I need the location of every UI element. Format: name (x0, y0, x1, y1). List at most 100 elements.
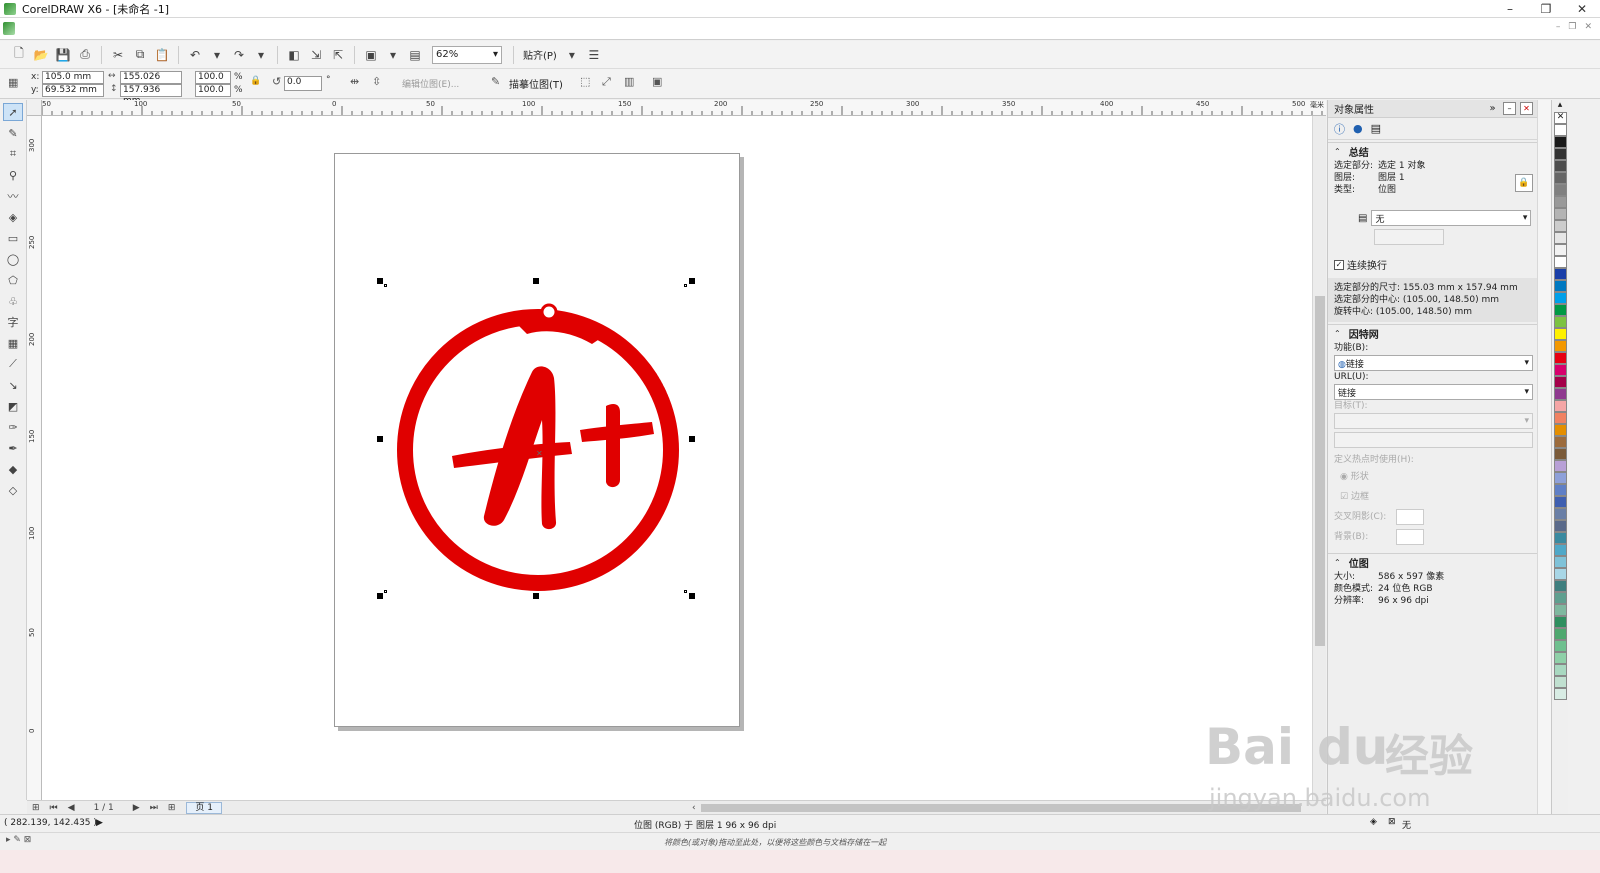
resample-icon[interactable]: ⤢ (602, 75, 611, 89)
last-page-icon[interactable]: ⏭ (150, 803, 158, 813)
trace-bitmap-button[interactable]: 描摹位图(T) (509, 76, 563, 91)
eyedropper-tool-icon[interactable]: ✑ (3, 418, 23, 436)
color-swatch[interactable] (1554, 652, 1567, 664)
scale-width-field[interactable]: 100.0 (195, 71, 231, 84)
handle-middle-right[interactable] (689, 436, 695, 442)
handle-top-left[interactable] (377, 278, 383, 284)
doc-close-icon[interactable]: ✕ (1584, 22, 1592, 32)
outline-pen-icon[interactable]: ✒ (3, 439, 23, 457)
ruler-origin[interactable] (27, 100, 42, 116)
handle-bottom-middle[interactable] (533, 593, 539, 599)
doc-palette-controls-icon[interactable]: ▸ ✎ ⊠ (6, 835, 31, 845)
handle-middle-left[interactable] (377, 436, 383, 442)
color-swatch[interactable] (1554, 340, 1567, 352)
wrap-offset-field[interactable] (1374, 229, 1444, 245)
add-page-end-icon[interactable]: ⊞ (168, 803, 176, 813)
bitmap-tab-icon[interactable]: ▤ (1371, 122, 1381, 135)
new-document-icon[interactable]: 🗋 (11, 46, 27, 63)
x-position-field[interactable]: 105.0 mm (42, 71, 104, 84)
color-swatch[interactable] (1554, 544, 1567, 556)
handle-top-right[interactable] (689, 278, 695, 284)
continuous-wrap-checkbox[interactable]: ✓ (1334, 259, 1344, 270)
drawing-canvas[interactable]: ✕ (42, 116, 1312, 800)
docker-close-icon[interactable]: ✕ (1520, 102, 1533, 115)
color-swatch[interactable] (1554, 448, 1567, 460)
vertical-scrollbar[interactable] (1312, 116, 1326, 800)
color-swatch[interactable] (1554, 400, 1567, 412)
ellipse-tool-icon[interactable]: ◯ (3, 250, 23, 268)
doc-minimize-icon[interactable]: – (1556, 22, 1561, 32)
connector-tool-icon[interactable]: ↘ (3, 376, 23, 394)
summary-tab-icon[interactable]: ⓘ (1334, 121, 1345, 137)
color-swatch[interactable] (1554, 208, 1567, 220)
color-swatch[interactable] (1554, 352, 1567, 364)
a-plus-bitmap[interactable]: ✕ (392, 294, 682, 594)
color-swatch[interactable] (1554, 328, 1567, 340)
handle-top-middle[interactable] (533, 278, 539, 284)
color-swatch[interactable] (1554, 184, 1567, 196)
rectangle-tool-icon[interactable]: ▭ (3, 229, 23, 247)
scroll-left-icon[interactable]: ‹ (692, 803, 696, 813)
color-swatch[interactable] (1554, 412, 1567, 424)
lock-icon[interactable]: 🔒 (1515, 174, 1533, 192)
color-swatch[interactable] (1554, 268, 1567, 280)
target-text-field[interactable] (1334, 432, 1533, 448)
paste-icon[interactable]: 📋 (154, 47, 170, 63)
object-origin-icon[interactable]: ▦ (8, 76, 18, 89)
color-swatch[interactable] (1554, 136, 1567, 148)
color-swatch[interactable] (1554, 436, 1567, 448)
color-swatch[interactable] (1554, 664, 1567, 676)
summary-section-header[interactable]: ⌃ 总结 (1328, 142, 1537, 160)
color-swatch[interactable] (1554, 292, 1567, 304)
color-swatch[interactable] (1554, 508, 1567, 520)
vertical-ruler[interactable]: 300 250 200 150 100 50 0 (27, 116, 42, 800)
page-tab-1[interactable]: 页 1 (186, 801, 222, 814)
color-swatch[interactable] (1554, 628, 1567, 640)
interactive-fill-icon[interactable]: ◇ (3, 481, 23, 499)
color-swatch[interactable] (1554, 688, 1567, 700)
color-swatch[interactable] (1554, 172, 1567, 184)
color-swatch[interactable] (1554, 280, 1567, 292)
basic-shapes-icon[interactable]: ♧ (3, 292, 23, 310)
color-swatch[interactable] (1554, 556, 1567, 568)
welcome-screen-icon[interactable]: ▤ (407, 47, 423, 63)
open-icon[interactable]: 📂 (33, 47, 49, 63)
redo-icon[interactable]: ↷ (231, 47, 247, 63)
shape-radio-icon[interactable]: ◉ (1340, 472, 1348, 482)
scale-height-field[interactable]: 100.0 (195, 84, 231, 97)
polygon-tool-icon[interactable]: ⬠ (3, 271, 23, 289)
url-input[interactable]: 链接 ▾ (1334, 384, 1533, 400)
color-swatch[interactable] (1554, 640, 1567, 652)
prev-page-icon[interactable]: ◀ (68, 803, 75, 813)
color-swatch[interactable] (1554, 220, 1567, 232)
shape-tool-icon[interactable]: ✎ (3, 124, 23, 142)
first-page-icon[interactable]: ⏮ (50, 803, 58, 813)
lock-ratio-icon[interactable]: 🔒 (250, 76, 261, 86)
export-icon[interactable]: ⇱ (330, 47, 346, 63)
color-swatch[interactable] (1554, 124, 1567, 136)
minimize-button[interactable]: – (1492, 0, 1528, 18)
color-swatch[interactable] (1554, 148, 1567, 160)
node-bottom-right[interactable] (684, 590, 687, 593)
crop-tool-icon[interactable]: ⌗ (3, 145, 23, 163)
zoom-tool-icon[interactable]: ⚲ (3, 166, 23, 184)
launcher-dropdown-icon[interactable]: ▾ (385, 47, 401, 63)
target-select[interactable]: ▾ (1334, 413, 1533, 429)
color-swatch[interactable] (1554, 376, 1567, 388)
node-bottom-left[interactable] (384, 590, 387, 593)
search-content-icon[interactable]: ◧ (286, 47, 302, 63)
height-field[interactable]: 157.936 mm (120, 84, 182, 106)
next-page-icon[interactable]: ▶ (133, 803, 140, 813)
color-swatch[interactable] (1554, 196, 1567, 208)
wrap-text-select[interactable]: 无 ▾ (1371, 210, 1532, 226)
color-swatch[interactable] (1554, 580, 1567, 592)
horizontal-scroll-thumb[interactable] (701, 804, 1301, 812)
color-swatch[interactable] (1554, 520, 1567, 532)
docker-minimize-icon[interactable]: – (1503, 102, 1516, 115)
bitmap-color-mask-icon[interactable]: ▥ (624, 75, 634, 88)
color-swatch[interactable] (1554, 592, 1567, 604)
redo-dropdown-icon[interactable]: ▾ (253, 47, 269, 63)
internet-tab-icon[interactable]: ● (1353, 122, 1363, 135)
freehand-tool-icon[interactable]: 〰 (3, 187, 23, 205)
color-swatch[interactable] (1554, 256, 1567, 268)
